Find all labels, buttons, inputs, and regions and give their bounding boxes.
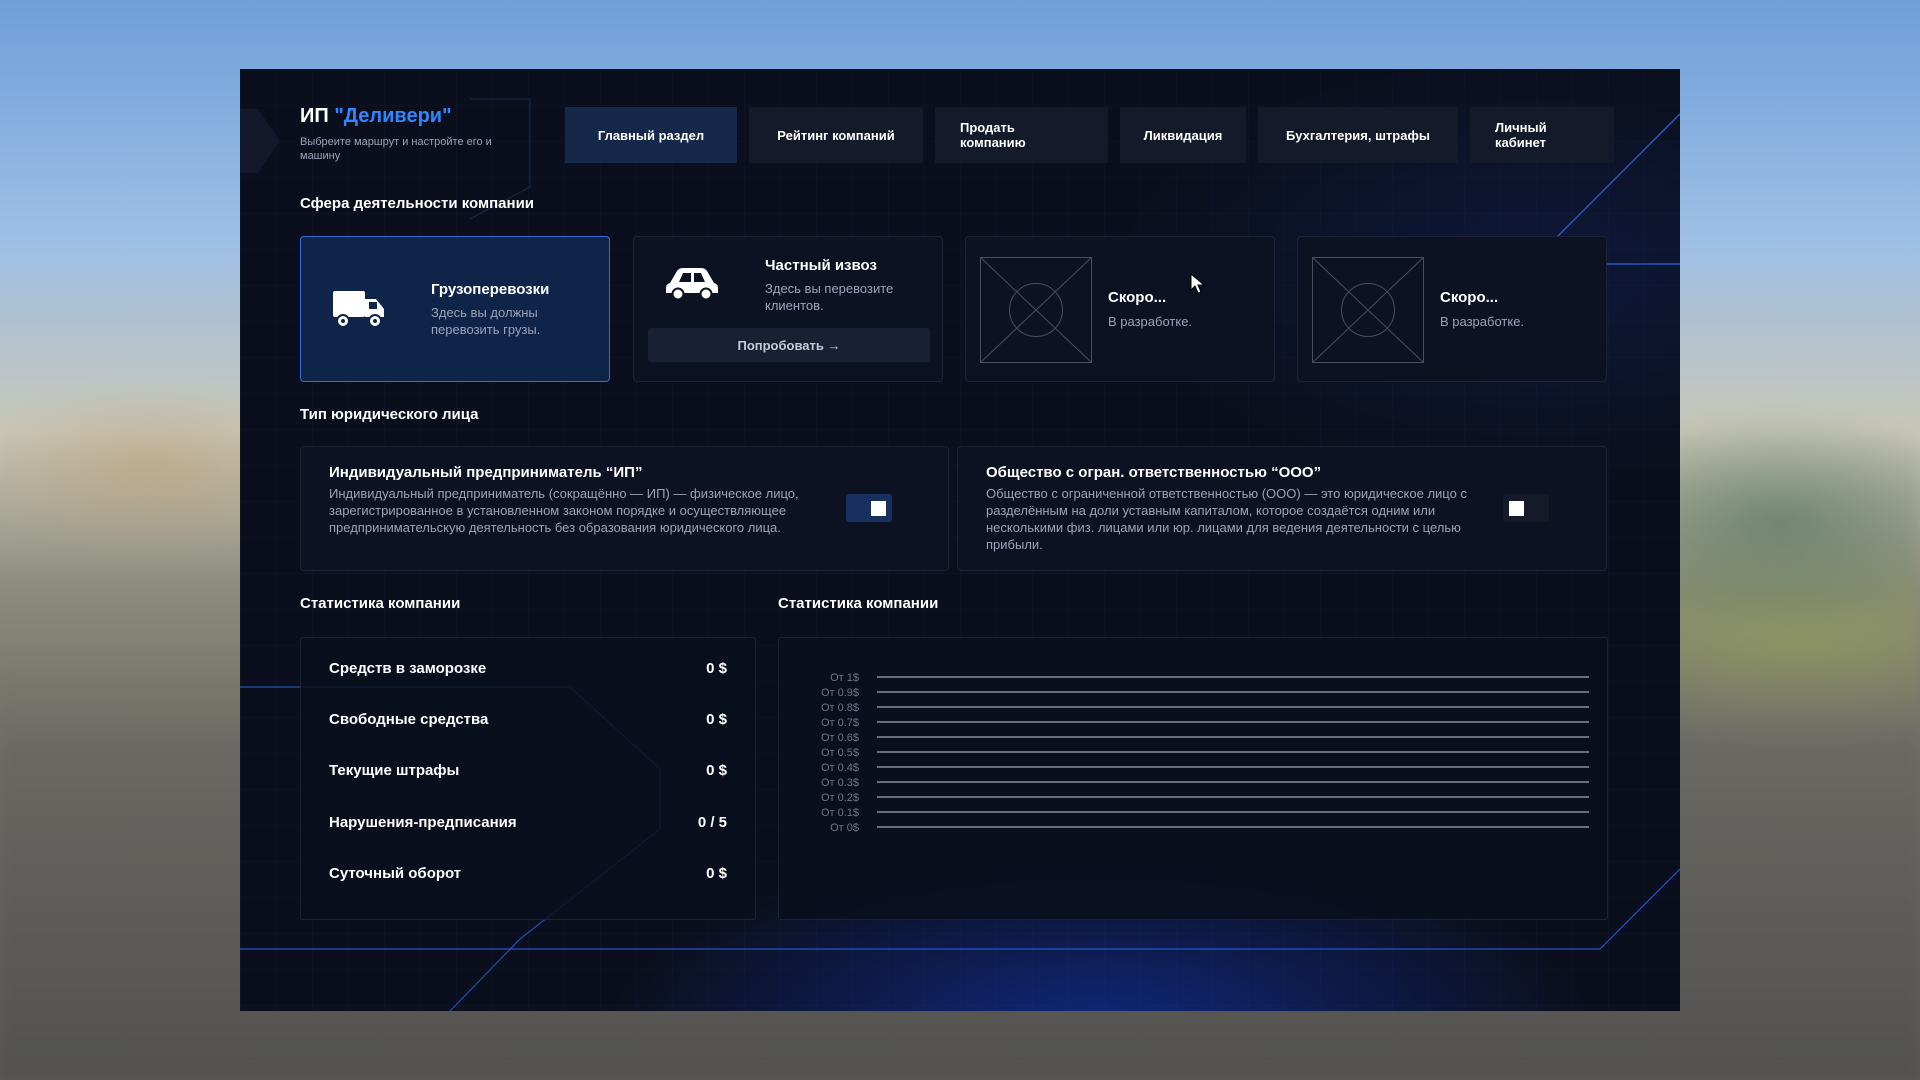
stat-label: Текущие штрафы [329, 761, 460, 779]
tab-personal-account[interactable]: Личный кабинет [1470, 107, 1614, 163]
car-icon [666, 268, 718, 301]
stat-row: Суточный оборот 0 $ [329, 861, 727, 885]
stat-label: Нарушения-предписания [329, 813, 517, 831]
legal-option-title: Общество с огран. ответственностью “ООО” [986, 464, 1322, 481]
stats-section-title: Статистика компании [300, 595, 461, 612]
activity-section-title: Сфера деятельности компании [300, 195, 535, 212]
card-title: Скоро... [1108, 289, 1167, 306]
activity-card-private-transport[interactable]: Частный извоз Здесь вы перевозите клиент… [633, 236, 943, 382]
y-tick-label: От 0.8$ [821, 702, 859, 714]
toggle-knob [1509, 501, 1524, 516]
header-subtitle: Выбреите маршрут и настройте его и машин… [300, 136, 492, 162]
stat-value: 0 $ [706, 710, 727, 728]
stat-row: Свободные средства 0 $ [329, 707, 727, 731]
tab-company-rating[interactable]: Рейтинг компаний [749, 107, 923, 163]
stat-row: Текущие штрафы 0 $ [329, 758, 727, 782]
tab-accounting-fines[interactable]: Бухгалтерия, штрафы [1258, 107, 1458, 163]
legal-option-desc: Индивидуальный предприниматель (сокращён… [329, 486, 799, 535]
stats-panel: Средств в заморозке 0 $ Свободные средств… [300, 637, 756, 920]
ip-toggle[interactable] [846, 494, 892, 522]
chart-section-title: Статистика компании [778, 595, 939, 612]
placeholder-image-icon [1312, 257, 1424, 363]
legal-option-ooo[interactable]: Общество с огран. ответственностью “ООО”… [957, 446, 1607, 571]
stat-value: 0 $ [706, 864, 727, 882]
y-tick-label: От 0.3$ [821, 777, 859, 789]
legal-option-desc: Общество с ограниченной ответственностью… [986, 486, 1467, 552]
legal-option-title: Индивидуальный предприниматель “ИП” [329, 464, 643, 481]
stat-value: 0 / 5 [697, 813, 727, 831]
try-button[interactable]: Попробовать → [648, 328, 930, 362]
card-desc: В разработке. [1440, 314, 1525, 329]
tab-main[interactable]: Главный раздел [565, 107, 737, 163]
y-tick-label: От 0.4$ [821, 762, 859, 774]
title-prefix: ИП [300, 105, 335, 127]
chart-svg: От 1$ От 0.9$ От 0.8$ От 0.7$ От 0.6$ От 0.5$… [821, 672, 1589, 834]
tab-liquidation[interactable]: Ликвидация [1120, 107, 1246, 163]
y-tick-label: От 0.7$ [821, 717, 859, 729]
y-tick-label: От 0.6$ [821, 732, 859, 744]
stat-row: Средств в заморозке 0 $ [329, 656, 727, 680]
activity-card-freight[interactable]: Грузоперевозки Здесь вы должны перевозит… [300, 236, 610, 382]
activity-card-coming-soon-1: Скоро... В разработке. [965, 236, 1275, 382]
company-name: "Деливери" [334, 105, 452, 127]
stat-label: Средств в заморозке [329, 659, 487, 677]
y-tick-label: От 0.1$ [821, 807, 859, 819]
card-desc: В разработке. [1108, 314, 1193, 329]
stat-row: Нарушения-предписания 0 / 5 [329, 810, 727, 834]
stat-label: Свободные средства [329, 710, 489, 728]
truck-icon [333, 291, 384, 328]
y-tick-label: От 0.5$ [821, 747, 859, 759]
legal-option-ip[interactable]: Индивидуальный предприниматель “ИП” Инди… [300, 446, 949, 571]
card-title: Скоро... [1440, 289, 1499, 306]
activity-card-coming-soon-2: Скоро... В разработке. [1297, 236, 1607, 382]
toggle-knob [871, 501, 886, 516]
stat-value: 0 $ [706, 761, 727, 779]
y-tick-label: От 0$ [830, 822, 859, 834]
mouse-cursor-icon [1190, 273, 1206, 294]
stat-value: 0 $ [706, 659, 727, 677]
y-tick-label: От 0.2$ [821, 792, 859, 804]
ooo-toggle[interactable] [1503, 494, 1549, 522]
company-panel: ИП "Деливери" Выбреите маршрут и настрой… [240, 69, 1680, 1011]
card-desc: Здесь вы должны перевозить грузы. [431, 305, 541, 337]
stat-label: Суточный оборот [329, 864, 462, 882]
y-tick-label: От 0.9$ [821, 687, 859, 699]
card-title: Грузоперевозки [431, 281, 550, 298]
card-desc: Здесь вы перевозите клиентов. [765, 281, 894, 313]
stats-chart: От 1$ От 0.9$ От 0.8$ От 0.7$ От 0.6$ От 0.5$… [778, 637, 1608, 920]
company-title: ИП "Деливери" [300, 105, 452, 128]
main-tabs: Главный раздел Рейтинг компаний Продать … [565, 107, 1614, 163]
card-title: Частный извоз [765, 257, 877, 274]
y-tick-label: От 1$ [830, 672, 859, 684]
tab-sell-company[interactable]: Продать компанию [935, 107, 1108, 163]
legal-section-title: Тип юридического лица [300, 406, 479, 423]
placeholder-image-icon [980, 257, 1092, 363]
